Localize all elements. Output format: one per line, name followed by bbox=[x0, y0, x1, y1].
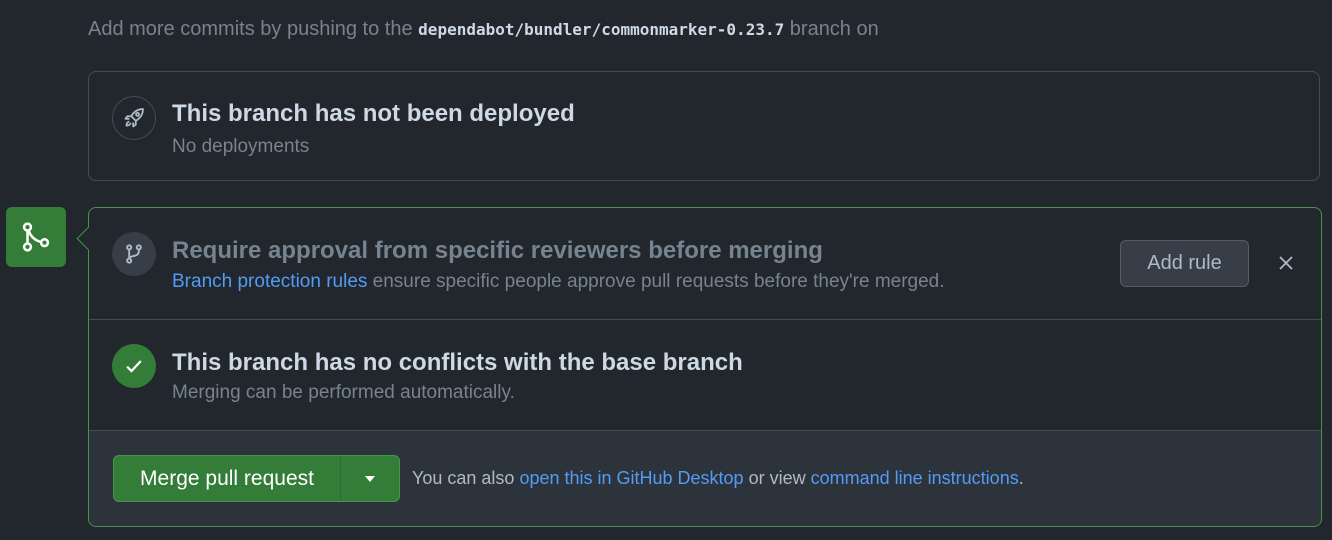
approval-description: Branch protection rules ensure specific … bbox=[172, 271, 945, 293]
period: . bbox=[1018, 468, 1024, 488]
merge-box: Require approval from specific reviewers… bbox=[76, 207, 1322, 527]
triangle-down-icon[interactable] bbox=[341, 456, 399, 501]
branch-protection-link[interactable]: Branch protection rules bbox=[172, 271, 367, 292]
approval-section: Require approval from specific reviewers… bbox=[89, 208, 1321, 320]
deploy-subtitle: No deployments bbox=[172, 136, 310, 157]
add-rule-button[interactable]: Add rule bbox=[1120, 240, 1249, 287]
github-desktop-link[interactable]: open this in GitHub Desktop bbox=[519, 468, 743, 488]
git-branch-icon bbox=[112, 232, 156, 276]
deployment-status-box: This branch has not been deployed No dep… bbox=[88, 71, 1320, 181]
also-prefix: You can also bbox=[412, 468, 515, 488]
push-hint-suffix: branch on bbox=[789, 18, 879, 40]
or-view-text: or view bbox=[748, 468, 806, 488]
rocket-icon bbox=[112, 96, 156, 140]
push-hint: Add more commits by pushing to the depen… bbox=[88, 18, 879, 41]
conflicts-section: This branch has no conflicts with the ba… bbox=[89, 320, 1321, 431]
check-icon bbox=[112, 344, 156, 388]
alternative-options: You can also open this in GitHub Desktop… bbox=[412, 468, 1024, 489]
merge-button-group: Merge pull request bbox=[113, 455, 400, 502]
git-merge-icon bbox=[6, 207, 66, 267]
merge-action-section: Merge pull request You can also open thi… bbox=[89, 431, 1321, 526]
close-icon[interactable] bbox=[1273, 250, 1299, 276]
approval-text: ensure specific people approve pull requ… bbox=[372, 271, 945, 292]
merge-pull-request-button[interactable]: Merge pull request bbox=[114, 456, 341, 501]
conflicts-title: This branch has no conflicts with the ba… bbox=[172, 349, 743, 376]
conflicts-subtitle: Merging can be performed automatically. bbox=[172, 382, 515, 403]
command-line-link[interactable]: command line instructions bbox=[811, 468, 1019, 488]
approval-title: Require approval from specific reviewers… bbox=[172, 237, 823, 264]
deploy-title: This branch has not been deployed bbox=[172, 100, 575, 127]
branch-name: dependabot/bundler/commonmarker-0.23.7 bbox=[418, 20, 785, 39]
push-hint-prefix: Add more commits by pushing to the bbox=[88, 18, 413, 40]
